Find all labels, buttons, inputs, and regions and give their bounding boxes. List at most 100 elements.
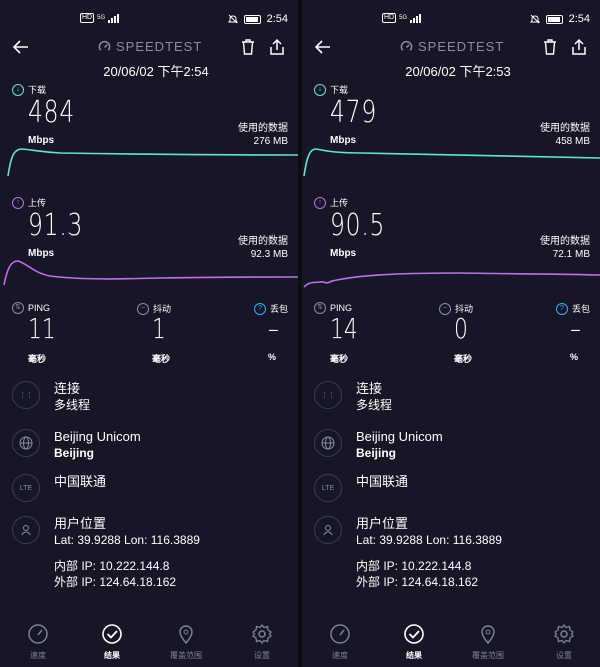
hd-badge: HD xyxy=(80,13,95,23)
ping-value: 14 xyxy=(330,312,358,345)
help-icon[interactable]: ? xyxy=(556,302,568,315)
mute-icon xyxy=(529,14,540,24)
nav-speed[interactable]: 速度 xyxy=(8,623,68,661)
ping-unit: 毫秒 xyxy=(28,354,47,364)
jitter-unit: 毫秒 xyxy=(152,354,171,364)
network-type: 5G xyxy=(97,15,106,21)
delete-icon[interactable] xyxy=(240,38,256,56)
battery-icon xyxy=(545,14,563,24)
jitter-unit: 毫秒 xyxy=(454,354,473,364)
user-icon xyxy=(12,516,40,544)
status-bar: HD 5G 2:54 xyxy=(0,13,298,27)
test-datetime: 20/06/02 下午2:53 xyxy=(405,64,511,79)
external-ip: 外部 IP: 124.64.18.162 xyxy=(54,575,177,589)
nav-coverage[interactable]: 覆盖范围 xyxy=(156,623,216,661)
carrier-row: LTE 中国联通 xyxy=(12,474,106,502)
nav-results[interactable]: 结果 xyxy=(82,623,142,661)
packet-loss-value: – xyxy=(570,312,581,345)
back-arrow-icon[interactable] xyxy=(12,38,30,56)
external-ip: 外部 IP: 124.64.18.162 xyxy=(356,575,479,589)
download-arrow-icon: ↓ xyxy=(12,83,24,96)
map-pin-icon xyxy=(179,625,193,645)
gauge-icon xyxy=(98,40,111,51)
speedometer-icon xyxy=(28,624,48,644)
hd-badge: HD xyxy=(382,13,397,23)
carrier-name: 中国联通 xyxy=(356,474,409,489)
multi-connection-icon: ⋮⋮ xyxy=(314,381,342,409)
network-type: 5G xyxy=(399,15,408,21)
isp-row: Beijing Unicom Beijing xyxy=(314,429,443,461)
upload-speed: 90.5 xyxy=(330,208,386,243)
bottom-nav: 速度 结果 覆盖范围 设置 xyxy=(0,615,298,667)
carrier-name: 中国联通 xyxy=(54,474,107,489)
connection-row: ⋮⋮ 连接 多线程 xyxy=(314,381,392,413)
bottom-nav: 速度 结果 覆盖范围 设置 xyxy=(302,615,600,667)
signal-icon xyxy=(108,13,120,23)
globe-icon xyxy=(314,429,342,457)
packet-loss-unit: % xyxy=(268,352,277,362)
download-graph xyxy=(7,148,298,177)
isp-name: Beijing Unicom xyxy=(356,429,443,444)
delete-icon[interactable] xyxy=(542,38,558,56)
share-icon[interactable] xyxy=(268,38,286,56)
server-city: Beijing xyxy=(356,446,397,460)
map-pin-icon xyxy=(481,625,495,645)
ping-icon: ⇅ xyxy=(12,302,24,314)
nav-settings[interactable]: 设置 xyxy=(232,623,292,661)
nav-coverage[interactable]: 覆盖范围 xyxy=(458,623,518,661)
test-datetime: 20/06/02 下午2:54 xyxy=(103,64,209,79)
top-bar: SPEEDTEST xyxy=(0,36,298,58)
nav-results[interactable]: 结果 xyxy=(384,623,444,661)
internal-ip: 内部 IP: 10.222.144.8 xyxy=(54,559,170,573)
isp-name: Beijing Unicom xyxy=(54,429,141,444)
top-bar: SPEEDTEST xyxy=(302,36,600,58)
back-arrow-icon[interactable] xyxy=(314,38,332,56)
gear-icon xyxy=(252,623,272,645)
packet-loss-unit: % xyxy=(570,352,579,362)
isp-row: Beijing Unicom Beijing xyxy=(12,429,141,461)
nav-settings[interactable]: 设置 xyxy=(534,623,594,661)
result-screen-left: HD 5G 2:54 SPEEDTEST 20/06/02 下午2:54 ↓ 下 xyxy=(0,0,298,667)
server-city: Beijing xyxy=(54,446,95,460)
nav-speed[interactable]: 速度 xyxy=(310,623,370,661)
upload-speed: 91.3 xyxy=(28,208,84,243)
share-icon[interactable] xyxy=(570,38,588,56)
connection-row: ⋮⋮ 连接 多线程 xyxy=(12,381,90,413)
checkmark-icon xyxy=(404,624,424,644)
gauge-icon xyxy=(400,40,413,51)
lat-lon: Lat: 39.9288 Lon: 116.3889 xyxy=(356,533,502,547)
speedometer-icon xyxy=(330,624,350,644)
internal-ip: 内部 IP: 10.222.144.8 xyxy=(356,559,472,573)
help-icon[interactable]: ? xyxy=(254,302,266,315)
ping-icon: ⇅ xyxy=(314,302,326,314)
packet-loss-value: – xyxy=(268,312,279,345)
jitter-icon: ~ xyxy=(439,302,451,315)
upload-arrow-icon: ↑ xyxy=(12,196,24,209)
lat-lon: Lat: 39.9288 Lon: 116.3889 xyxy=(54,533,200,547)
jitter-icon: ~ xyxy=(137,302,149,315)
ping-unit: 毫秒 xyxy=(330,354,349,364)
result-screen-right: HD 5G 2:54 SPEEDTEST 20/06/02 下午2:53 ↓ 下… xyxy=(302,0,600,667)
speedtest-logo: SPEEDTEST xyxy=(98,39,202,54)
download-speed: 479 xyxy=(330,95,378,130)
jitter-value: 0 xyxy=(454,312,468,345)
carrier-row: LTE 中国联通 xyxy=(314,474,408,502)
download-speed: 484 xyxy=(28,95,76,130)
lte-icon: LTE xyxy=(314,474,342,502)
download-graph xyxy=(303,148,600,177)
location-row: 用户位置 Lat: 39.9288 Lon: 116.3889 内部 IP: 1… xyxy=(12,516,200,590)
clock: 2:54 xyxy=(568,13,590,25)
globe-icon xyxy=(12,429,40,457)
clock: 2:54 xyxy=(266,13,288,25)
speedtest-logo: SPEEDTEST xyxy=(400,39,504,54)
location-row: 用户位置 Lat: 39.9288 Lon: 116.3889 内部 IP: 1… xyxy=(314,516,502,590)
lte-icon: LTE xyxy=(12,474,40,502)
jitter-value: 1 xyxy=(152,312,166,345)
download-arrow-icon: ↓ xyxy=(314,83,326,96)
status-bar: HD 5G 2:54 xyxy=(302,13,600,27)
user-icon xyxy=(314,516,342,544)
upload-graph xyxy=(3,260,298,286)
upload-graph xyxy=(303,272,600,288)
upload-arrow-icon: ↑ xyxy=(314,196,326,209)
checkmark-icon xyxy=(102,624,122,644)
